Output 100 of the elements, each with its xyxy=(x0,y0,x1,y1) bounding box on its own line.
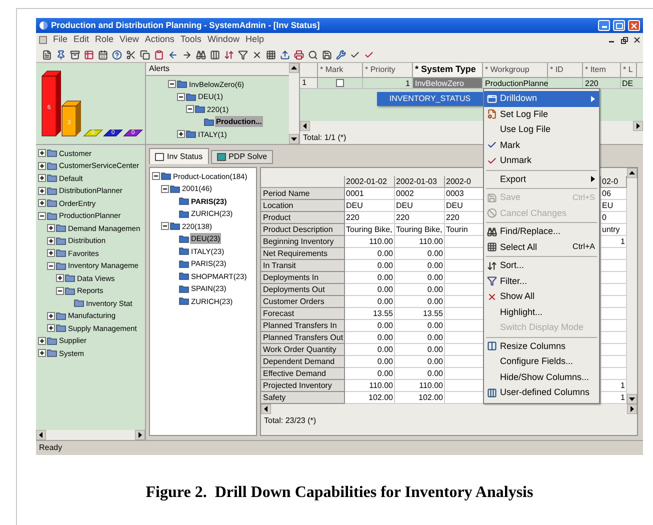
collapse-toggle-icon[interactable] xyxy=(186,105,194,114)
check-icon xyxy=(487,140,497,150)
column-header[interactable]: * L xyxy=(621,63,637,77)
expand-toggle-icon[interactable] xyxy=(38,174,46,182)
filter-icon[interactable] xyxy=(238,50,248,60)
right-arrow-icon[interactable] xyxy=(182,50,192,60)
menu-item[interactable]: Drilldown xyxy=(484,91,599,106)
calendar-icon[interactable] xyxy=(98,50,108,60)
menu-item[interactable]: Highlight... xyxy=(484,304,599,320)
scroll-right-arrow-icon[interactable] xyxy=(633,121,643,131)
pin-icon[interactable] xyxy=(56,50,66,60)
close-icon[interactable] xyxy=(634,37,640,43)
upload-icon[interactable] xyxy=(280,50,290,60)
filter-icon xyxy=(487,276,497,286)
scroll-right-arrow-icon[interactable] xyxy=(135,430,145,440)
expand-toggle-icon[interactable] xyxy=(38,199,46,208)
drilldown-popup[interactable]: INVENTORY_STATUS xyxy=(377,92,483,106)
expand-toggle-icon[interactable] xyxy=(47,224,55,232)
scroll-down-arrow-icon[interactable] xyxy=(627,394,637,404)
menu-bar-item[interactable]: Edit xyxy=(74,33,90,47)
search-icon[interactable] xyxy=(308,50,318,60)
menu-item[interactable]: Hide/Show Columns... xyxy=(484,370,599,385)
menu-item[interactable]: Resize Columns xyxy=(484,338,599,354)
scroll-up-arrow-icon[interactable] xyxy=(289,63,299,73)
scroll-left-arrow-icon[interactable] xyxy=(300,121,310,131)
save-icon[interactable] xyxy=(322,50,332,60)
collapse-toggle-icon[interactable] xyxy=(38,212,46,220)
maximize-button[interactable] xyxy=(613,20,625,31)
scroll-down-arrow-icon[interactable] xyxy=(289,134,299,144)
expand-toggle-icon[interactable] xyxy=(47,312,55,320)
vertical-scrollbar[interactable] xyxy=(627,168,637,404)
menu-item[interactable]: Sort... xyxy=(484,258,599,274)
close-icon[interactable] xyxy=(252,50,262,60)
collapse-toggle-icon[interactable] xyxy=(161,222,169,230)
document-icon[interactable] xyxy=(42,50,52,60)
vertical-scrollbar[interactable] xyxy=(289,63,299,144)
binoculars-icon[interactable] xyxy=(196,50,206,60)
grid-icon[interactable] xyxy=(266,50,276,60)
expand-toggle-icon[interactable] xyxy=(38,349,46,358)
horizontal-scrollbar[interactable] xyxy=(261,404,637,414)
menu-item[interactable]: Show All xyxy=(484,289,599,304)
minimize-button[interactable] xyxy=(598,20,610,31)
table-cell[interactable]: InvBelowZero xyxy=(413,78,483,88)
expand-toggle-icon[interactable] xyxy=(38,336,46,345)
column-header[interactable]: * Workgroup xyxy=(483,63,548,77)
expand-toggle-icon[interactable] xyxy=(177,130,185,138)
menu-bar-item[interactable]: File xyxy=(53,33,68,47)
menu-bar-item[interactable]: Actions xyxy=(144,33,174,47)
sort-icon[interactable] xyxy=(224,50,234,60)
menu-item[interactable]: Set Log File xyxy=(484,106,599,122)
menu-item[interactable]: Unmark xyxy=(484,153,599,168)
menu-item[interactable]: Configure Fields... xyxy=(484,354,599,370)
tab[interactable]: Inv Status xyxy=(149,148,209,164)
table-icon[interactable] xyxy=(84,50,94,60)
collapse-toggle-icon[interactable] xyxy=(152,172,160,180)
expand-toggle-icon[interactable] xyxy=(47,236,55,245)
menu-item[interactable]: Find/Replace... xyxy=(484,224,599,240)
cut-icon[interactable] xyxy=(126,50,136,60)
scroll-left-arrow-icon[interactable] xyxy=(36,430,46,440)
tab[interactable]: PDP Solve xyxy=(210,150,274,164)
menu-bar-item[interactable]: Tools xyxy=(180,33,202,47)
scroll-left-arrow-icon[interactable] xyxy=(261,404,271,414)
paste-icon[interactable] xyxy=(154,50,164,60)
restore-icon[interactable] xyxy=(621,36,628,44)
column-header[interactable]: * System Type xyxy=(413,63,483,77)
expand-toggle-icon[interactable] xyxy=(38,149,46,158)
wrench-icon[interactable] xyxy=(336,50,346,60)
menu-bar-item[interactable]: View xyxy=(120,33,139,47)
columns-icon[interactable] xyxy=(210,50,220,60)
close-button[interactable] xyxy=(628,20,640,31)
scroll-up-arrow-icon[interactable] xyxy=(627,168,637,178)
collapse-toggle-icon[interactable] xyxy=(161,184,169,193)
menu-item[interactable]: Export xyxy=(484,172,599,187)
expand-toggle-icon[interactable] xyxy=(47,324,55,332)
menu-bar-item[interactable]: Window xyxy=(207,33,240,47)
menu-item[interactable]: User-defined Columns xyxy=(484,385,599,400)
collapse-toggle-icon[interactable] xyxy=(168,80,176,88)
column-header[interactable]: * Mark xyxy=(318,63,363,77)
checkbox[interactable] xyxy=(336,79,344,87)
collapse-toggle-icon[interactable] xyxy=(47,262,55,270)
expand-toggle-icon[interactable] xyxy=(56,274,64,282)
collapse-toggle-icon[interactable] xyxy=(177,92,185,101)
expand-toggle-icon[interactable] xyxy=(38,186,46,195)
copy-icon[interactable] xyxy=(140,50,150,60)
column-header[interactable]: * Item xyxy=(583,63,621,77)
expand-toggle-icon[interactable] xyxy=(38,162,46,170)
menu-item[interactable]: Select All Ctrl+A xyxy=(484,240,599,255)
menu-bar-item[interactable]: Role xyxy=(95,33,114,47)
column-header[interactable]: * ID xyxy=(548,63,583,77)
collapse-toggle-icon[interactable] xyxy=(56,286,64,295)
help-icon[interactable] xyxy=(112,50,122,60)
columns-icon xyxy=(487,341,497,352)
menu-bar-item[interactable]: Help xyxy=(245,33,264,47)
horizontal-scrollbar[interactable] xyxy=(36,430,145,440)
scroll-right-arrow-icon[interactable] xyxy=(627,404,637,414)
left-arrow-icon[interactable] xyxy=(168,50,178,60)
archive-icon[interactable] xyxy=(70,50,80,60)
expand-toggle-icon[interactable] xyxy=(47,249,55,258)
printer-icon[interactable] xyxy=(294,50,304,60)
menu-item[interactable]: Filter... xyxy=(484,274,599,289)
